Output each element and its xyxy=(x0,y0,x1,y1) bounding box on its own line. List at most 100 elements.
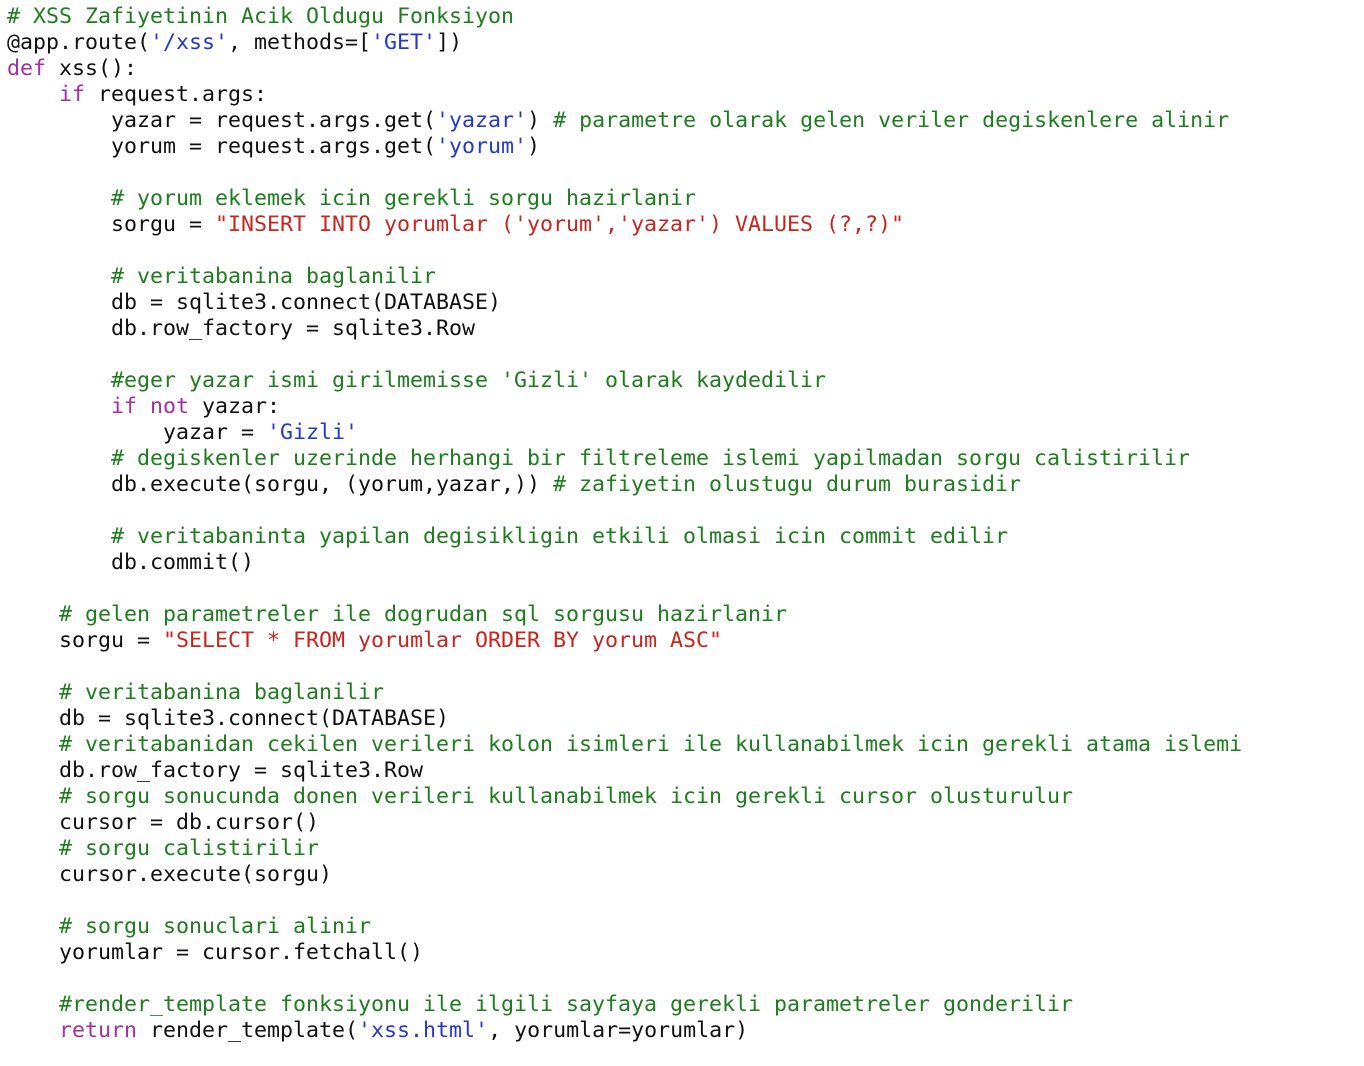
code-token-string-single: 'xss.html' xyxy=(358,1018,489,1043)
code-line: sorgu = "INSERT INTO yorumlar ('yorum','… xyxy=(7,212,1357,238)
code-token-keyword: def xyxy=(7,56,47,81)
code-token-plain: db = sqlite3.connect(DATABASE) xyxy=(7,290,502,315)
code-token-plain: ]) xyxy=(436,30,463,55)
code-token-comment: #render_template fonksiyonu ile ilgili s… xyxy=(59,992,1074,1017)
code-line: # sorgu calistirilir xyxy=(7,836,1357,862)
code-line: db.execute(sorgu, (yorum,yazar,)) # zafi… xyxy=(7,472,1357,498)
code-token-plain: ) xyxy=(527,134,541,159)
code-line: yazar = request.args.get('yazar') # para… xyxy=(7,108,1357,134)
code-line: db.row_factory = sqlite3.Row xyxy=(7,316,1357,342)
code-token-plain: request.args: xyxy=(85,82,268,107)
code-token-keyword: if not xyxy=(111,394,190,419)
code-line: cursor = db.cursor() xyxy=(7,810,1357,836)
code-line: @app.route('/xss', methods=['GET']) xyxy=(7,30,1357,56)
code-token-comment: # XSS Zafiyetinin Acik Oldugu Fonksiyon xyxy=(7,4,515,29)
code-token-plain: render_template( xyxy=(137,1018,359,1043)
code-line: #render_template fonksiyonu ile ilgili s… xyxy=(7,992,1357,1018)
code-line: #eger yazar ismi girilmemisse 'Gizli' ol… xyxy=(7,368,1357,394)
code-line: db = sqlite3.connect(DATABASE) xyxy=(7,290,1357,316)
code-token-plain: ) xyxy=(527,108,554,133)
code-token-plain: cursor = db.cursor() xyxy=(7,810,320,835)
code-line: if not yazar: xyxy=(7,394,1357,420)
code-token-comment: # sorgu calistirilir xyxy=(59,836,320,861)
code-line: yorum = request.args.get('yorum') xyxy=(7,134,1357,160)
code-token-comment: #eger yazar ismi girilmemisse 'Gizli' ol… xyxy=(111,368,827,393)
code-token-plain: , yorumlar=yorumlar) xyxy=(488,1018,749,1043)
code-token-comment: # gelen parametreler ile dogrudan sql so… xyxy=(59,602,788,627)
code-token-comment: # sorgu sonucunda donen verileri kullana… xyxy=(59,784,1074,809)
code-token-plain: yazar = request.args.get( xyxy=(7,108,437,133)
code-token-plain: yazar: xyxy=(189,394,281,419)
code-line: # yorum eklemek icin gerekli sorgu hazir… xyxy=(7,186,1357,212)
code-token-plain: cursor.execute(sorgu) xyxy=(7,862,333,887)
code-line: # sorgu sonuclari alinir xyxy=(7,914,1357,940)
code-token-plain: db.row_factory = sqlite3.Row xyxy=(7,316,476,341)
code-token-plain: , methods=[ xyxy=(228,30,372,55)
code-line: # veritabanina baglanilir xyxy=(7,264,1357,290)
code-token-string-single: '/xss' xyxy=(150,30,229,55)
code-line: def xss(): xyxy=(7,56,1357,82)
code-token-keyword: if xyxy=(59,82,86,107)
code-token-plain: yorum = request.args.get( xyxy=(7,134,437,159)
code-line: # XSS Zafiyetinin Acik Oldugu Fonksiyon xyxy=(7,4,1357,30)
code-token-comment: # yorum eklemek icin gerekli sorgu hazir… xyxy=(111,186,697,211)
code-line: yorumlar = cursor.fetchall() xyxy=(7,940,1357,966)
code-token-plain: xss(): xyxy=(46,56,138,81)
code-line: # veritabanina baglanilir xyxy=(7,680,1357,706)
code-line: if request.args: xyxy=(7,82,1357,108)
code-line: # degiskenler uzerinde herhangi bir filt… xyxy=(7,446,1357,472)
code-token-comment: # veritabanina baglanilir xyxy=(111,264,437,289)
code-line: db = sqlite3.connect(DATABASE) xyxy=(7,706,1357,732)
code-line: # gelen parametreler ile dogrudan sql so… xyxy=(7,602,1357,628)
code-line: db.commit() xyxy=(7,550,1357,576)
code-line: # veritabaninta yapilan degisikligin etk… xyxy=(7,524,1357,550)
code-line: yazar = 'Gizli' xyxy=(7,420,1357,446)
code-token-plain: db.execute(sorgu, (yorum,yazar,)) xyxy=(7,472,554,497)
code-line: db.row_factory = sqlite3.Row xyxy=(7,758,1357,784)
code-line: cursor.execute(sorgu) xyxy=(7,862,1357,888)
code-token-string-single: 'yazar' xyxy=(436,108,528,133)
code-token-plain: db = sqlite3.connect(DATABASE) xyxy=(7,706,450,731)
code-token-string-single: 'Gizli' xyxy=(267,420,359,445)
code-token-string-double: "INSERT INTO yorumlar ('yorum','yazar') … xyxy=(215,212,905,237)
code-token-plain: sorgu = xyxy=(7,628,164,653)
code-token-comment: # parametre olarak gelen veriler degiske… xyxy=(553,108,1230,133)
code-line: # veritabanidan cekilen verileri kolon i… xyxy=(7,732,1357,758)
code-token-comment: # veritabaninta yapilan degisikligin etk… xyxy=(111,524,1009,549)
code-token-comment: # sorgu sonuclari alinir xyxy=(59,914,372,939)
code-line: sorgu = "SELECT * FROM yorumlar ORDER BY… xyxy=(7,628,1357,654)
code-token-comment: # degiskenler uzerinde herhangi bir filt… xyxy=(111,446,1191,471)
code-token-comment: # veritabanidan cekilen verileri kolon i… xyxy=(59,732,1243,757)
code-token-plain: db.commit() xyxy=(7,550,255,575)
code-token-comment: # zafiyetin olustugu durum burasidir xyxy=(553,472,1022,497)
code-token-string-single: 'yorum' xyxy=(436,134,528,159)
code-editor[interactable]: # XSS Zafiyetinin Acik Oldugu Fonksiyon @… xyxy=(7,4,1357,1044)
code-token-keyword: return xyxy=(59,1018,138,1043)
code-token-plain: sorgu = xyxy=(7,212,216,237)
code-token-string-double: "SELECT * FROM yorumlar ORDER BY yorum A… xyxy=(163,628,723,653)
code-line: # sorgu sonucunda donen verileri kullana… xyxy=(7,784,1357,810)
code-token-plain: yorumlar = cursor.fetchall() xyxy=(7,940,424,965)
code-token-comment: # veritabanina baglanilir xyxy=(59,680,385,705)
code-token-plain: db.row_factory = sqlite3.Row xyxy=(7,758,424,783)
